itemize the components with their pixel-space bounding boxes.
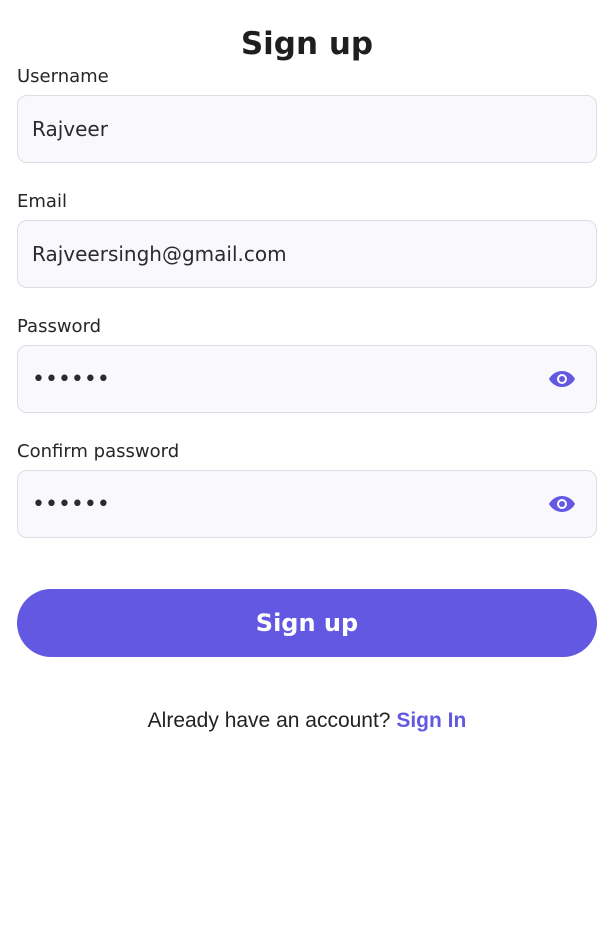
confirm-password-input[interactable] bbox=[18, 471, 548, 537]
email-label: Email bbox=[17, 191, 67, 212]
username-input[interactable] bbox=[18, 96, 596, 162]
signup-button[interactable]: Sign up bbox=[17, 589, 597, 657]
email-input[interactable] bbox=[18, 221, 596, 287]
page-title: Sign up bbox=[240, 26, 374, 62]
signin-prompt-text: Already have an account? bbox=[147, 709, 391, 732]
eye-icon[interactable] bbox=[548, 365, 576, 393]
confirm-password-label: Confirm password bbox=[17, 441, 180, 462]
eye-icon[interactable] bbox=[548, 490, 576, 518]
password-input[interactable] bbox=[18, 346, 548, 412]
password-field-container bbox=[17, 345, 597, 413]
signin-link[interactable]: Sign In bbox=[396, 709, 466, 732]
confirm-password-field-container bbox=[17, 470, 597, 538]
username-field-container bbox=[17, 95, 597, 163]
signin-prompt: Already have an account? Sign In bbox=[17, 706, 597, 736]
email-field-container bbox=[17, 220, 597, 288]
username-label: Username bbox=[17, 66, 109, 87]
password-label: Password bbox=[17, 316, 102, 337]
